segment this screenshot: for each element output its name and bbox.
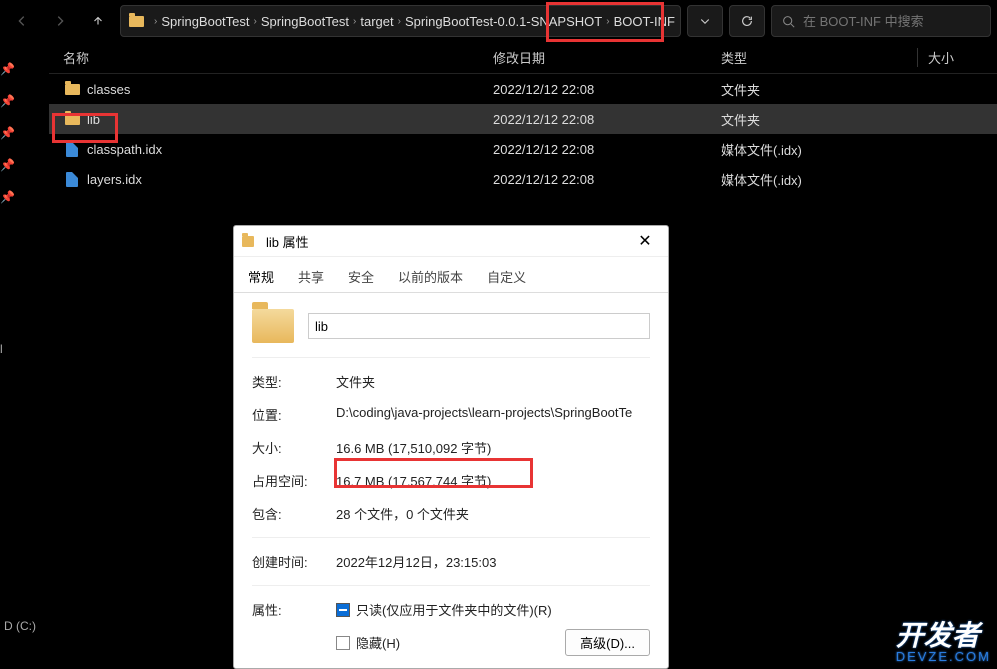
hidden-checkbox[interactable] <box>336 636 350 650</box>
search-icon <box>782 15 795 28</box>
table-row[interactable]: lib 2022/12/12 22:08文件夹 <box>49 104 997 134</box>
file-date: 2022/12/12 22:08 <box>493 112 721 127</box>
file-date: 2022/12/12 22:08 <box>493 142 721 157</box>
dialog-titlebar: lib 属性 ✕ <box>234 226 668 257</box>
breadcrumb-item[interactable]: SpringBootTest-0.0.1-SNAPSHOT <box>405 14 602 29</box>
breadcrumb-item[interactable]: BOOT-INF <box>614 14 675 29</box>
folder-icon <box>252 309 294 343</box>
tab-security[interactable]: 安全 <box>342 263 380 292</box>
file-date: 2022/12/12 22:08 <box>493 82 721 97</box>
pin-icon: 📌 <box>0 62 49 76</box>
col-size[interactable]: 大小 <box>917 48 997 67</box>
tab-sharing[interactable]: 共享 <box>292 263 330 292</box>
breadcrumb-item[interactable]: target <box>360 14 393 29</box>
search-box[interactable] <box>771 5 991 37</box>
nav-back[interactable] <box>6 5 38 37</box>
sidebar: 📌 📌 📌 📌 📌 rsonal D (C:) <box>0 42 49 669</box>
column-headers: 名称 修改日期 类型 大小 <box>49 42 997 74</box>
sidebar-personal[interactable]: rsonal <box>0 342 3 356</box>
label-contains: 包含: <box>252 504 336 523</box>
value-location: D:\coding\java-projects\learn-projects\S… <box>336 405 650 424</box>
breadcrumb-item[interactable]: SpringBootTest <box>261 14 349 29</box>
value-created: 2022年12月12日，23:15:03 <box>336 552 650 571</box>
breadcrumb-folder-icon <box>129 12 144 30</box>
label-type: 类型: <box>252 372 336 391</box>
toolbar: › SpringBootTest › SpringBootTest › targ… <box>0 0 997 42</box>
breadcrumb[interactable]: › SpringBootTest › SpringBootTest › targ… <box>120 5 681 37</box>
col-name[interactable]: 名称 <box>63 48 493 67</box>
table-row[interactable]: layers.idx 2022/12/12 22:08媒体文件(.idx) <box>49 164 997 194</box>
table-row[interactable]: classes 2022/12/12 22:08文件夹 <box>49 74 997 104</box>
folder-name-input[interactable] <box>308 313 650 339</box>
pin-icon: 📌 <box>0 94 49 108</box>
watermark: 开发者 DEVZE.COM <box>896 622 991 663</box>
file-icon <box>63 170 81 188</box>
value-contains: 28 个文件，0 个文件夹 <box>336 504 650 523</box>
dialog-tabs: 常规 共享 安全 以前的版本 自定义 <box>234 257 668 293</box>
file-date: 2022/12/12 22:08 <box>493 172 721 187</box>
nav-forward[interactable] <box>44 5 76 37</box>
close-icon[interactable]: ✕ <box>630 231 660 251</box>
pin-icon: 📌 <box>0 158 49 172</box>
label-size: 大小: <box>252 438 336 457</box>
file-icon <box>63 140 81 158</box>
hidden-label: 隐藏(H) <box>356 633 400 652</box>
tab-customize[interactable]: 自定义 <box>481 263 532 292</box>
value-size-on-disk: 16.7 MB (17,567,744 字节) <box>336 471 650 490</box>
file-type: 媒体文件(.idx) <box>721 140 917 159</box>
nav-up[interactable] <box>82 5 114 37</box>
label-location: 位置: <box>252 405 336 424</box>
col-type[interactable]: 类型 <box>721 48 917 67</box>
label-attributes: 属性: <box>252 600 336 666</box>
folder-icon <box>242 232 260 250</box>
file-name: classpath.idx <box>87 142 162 157</box>
pin-icon: 📌 <box>0 126 49 140</box>
label-size-on-disk: 占用空间: <box>252 471 336 490</box>
readonly-checkbox[interactable] <box>336 603 350 617</box>
tab-previous[interactable]: 以前的版本 <box>392 263 469 292</box>
sidebar-drive[interactable]: D (C:) <box>4 619 36 633</box>
breadcrumb-item[interactable]: SpringBootTest <box>161 14 249 29</box>
readonly-label: 只读(仅应用于文件夹中的文件)(R) <box>356 600 552 619</box>
file-type: 文件夹 <box>721 110 917 129</box>
advanced-button[interactable]: 高级(D)... <box>565 629 650 656</box>
file-name: classes <box>87 82 130 97</box>
table-row[interactable]: classpath.idx 2022/12/12 22:08媒体文件(.idx) <box>49 134 997 164</box>
refresh-button[interactable] <box>729 5 765 37</box>
properties-dialog: lib 属性 ✕ 常规 共享 安全 以前的版本 自定义 类型:文件夹 位置:D:… <box>233 225 669 669</box>
search-input[interactable] <box>803 14 980 29</box>
folder-icon <box>63 80 81 98</box>
value-type: 文件夹 <box>336 372 650 391</box>
file-type: 文件夹 <box>721 80 917 99</box>
col-date[interactable]: 修改日期 <box>493 48 721 67</box>
history-dropdown[interactable] <box>687 5 723 37</box>
chevron-right-icon: › <box>154 16 157 27</box>
tab-general[interactable]: 常规 <box>242 263 280 292</box>
label-created: 创建时间: <box>252 552 336 571</box>
dialog-title: lib 属性 <box>266 232 309 251</box>
file-name: lib <box>87 112 100 127</box>
file-name: layers.idx <box>87 172 142 187</box>
file-type: 媒体文件(.idx) <box>721 170 917 189</box>
value-size: 16.6 MB (17,510,092 字节) <box>336 438 650 457</box>
pin-icon: 📌 <box>0 190 49 204</box>
folder-icon <box>63 110 81 128</box>
